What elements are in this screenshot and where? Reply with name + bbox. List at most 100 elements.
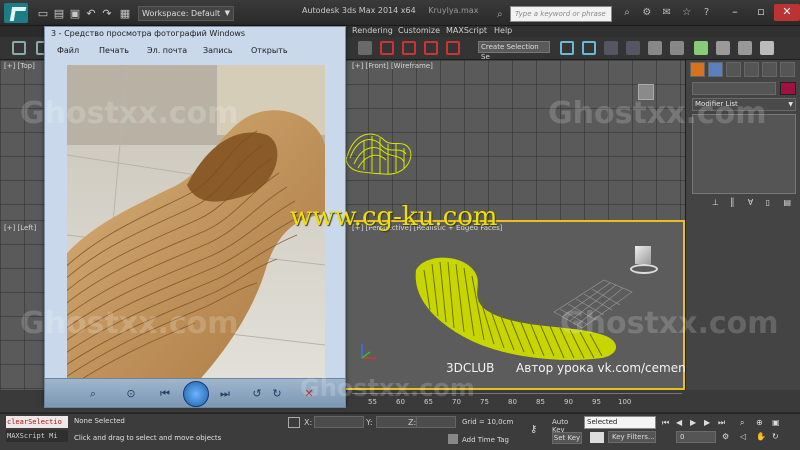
slideshow-button[interactable] (183, 381, 209, 407)
link-icon[interactable] (12, 41, 26, 55)
search-input[interactable]: ⌕ Type a keyword or phrase (497, 6, 612, 22)
coord-x-field[interactable] (314, 416, 364, 428)
viewer-menu-file[interactable]: Файл (57, 46, 79, 55)
time-tag-icon[interactable] (448, 434, 458, 444)
schematic-view-icon[interactable] (670, 41, 684, 55)
lock-selection-icon[interactable] (288, 417, 300, 428)
zoom-extents-icon[interactable]: ▣ (772, 418, 783, 428)
remove-modifier-icon[interactable]: ▯ (766, 198, 779, 209)
timeline-tick: 90 (564, 398, 573, 406)
maxscript-listener-output[interactable]: clearSelectio (6, 416, 68, 428)
mirror-icon[interactable] (560, 41, 574, 55)
viewcube[interactable] (626, 242, 660, 276)
viewer-menu-burn[interactable]: Запись (203, 46, 233, 55)
maximize-button[interactable]: ▫ (748, 4, 774, 21)
make-unique-icon[interactable]: ∀ (748, 198, 761, 209)
modify-tab-icon[interactable] (708, 62, 723, 77)
percent-snap-icon[interactable] (424, 41, 438, 55)
viewer-menu-email[interactable]: Эл. почта (147, 46, 187, 55)
configure-sets-icon[interactable]: ▤ (784, 198, 797, 209)
rotate-left-icon[interactable]: ↺ (249, 386, 265, 402)
previous-image-icon[interactable]: ⏮ (157, 386, 173, 402)
rotate-right-icon[interactable]: ↻ (269, 386, 285, 402)
coord-y-label: Y: (366, 418, 373, 427)
orbit-icon[interactable]: ↻ (772, 432, 783, 442)
key-filters-button[interactable]: Key Filters... (608, 431, 656, 443)
create-tab-icon[interactable] (690, 62, 705, 77)
go-to-end-icon[interactable]: ⏭ (718, 418, 729, 428)
material-editor-icon[interactable] (694, 41, 708, 55)
viewer-menu-print[interactable]: Печать (99, 46, 129, 55)
menu-customize[interactable]: Customize (398, 26, 440, 35)
time-configuration-icon[interactable]: ⚙ (722, 432, 733, 442)
new-file-icon[interactable]: ▭ (36, 7, 50, 20)
binoculars-icon: ⌕ (497, 9, 503, 20)
named-selection-set-dropdown[interactable]: Create Selection Se (478, 41, 550, 61)
workspace-dropdown[interactable]: Workspace: Default ▼ (138, 6, 234, 21)
add-time-tag-button[interactable]: Add Time Tag (462, 436, 509, 444)
layer-manager-icon[interactable] (604, 41, 618, 55)
next-frame-icon[interactable]: ▶ (704, 418, 715, 428)
viewport-label-front[interactable]: [+] [Front] [Wireframe] (352, 62, 433, 70)
render-setup-icon[interactable] (358, 41, 372, 55)
field-of-view-icon[interactable]: ◁ (740, 432, 751, 442)
menu-maxscript[interactable]: MAXScript (446, 26, 487, 35)
viewer-menu-open[interactable]: Открыть (251, 46, 288, 55)
subscription-icon[interactable]: ⚙ (640, 6, 654, 20)
render-production-icon[interactable] (760, 41, 774, 55)
grid-size-label: Grid = 10,0cm (462, 418, 514, 426)
project-folder-icon[interactable]: ▦ (118, 7, 132, 20)
minimize-button[interactable]: – (722, 4, 748, 21)
zoom-all-icon[interactable]: ⊕ (756, 418, 767, 428)
display-tab-icon[interactable] (762, 62, 777, 77)
motion-tab-icon[interactable] (744, 62, 759, 77)
align-icon[interactable] (582, 41, 596, 55)
menu-help[interactable]: Help (494, 26, 512, 35)
actual-size-icon[interactable]: ⊙ (123, 386, 139, 402)
key-icon[interactable]: ⚷ (530, 424, 537, 435)
object-name-field[interactable] (692, 82, 776, 95)
next-image-icon[interactable]: ⏭ (217, 386, 233, 402)
close-button[interactable]: ✕ (774, 4, 800, 21)
photo-viewer-title: 3 - Средство просмотра фотографий Window… (51, 29, 246, 38)
coord-z-field[interactable] (416, 416, 456, 428)
help-icon[interactable]: ? (700, 6, 714, 20)
redo-icon[interactable]: ↷ (100, 7, 114, 20)
default-in-out-tangent-icon[interactable] (590, 432, 604, 443)
set-key-button[interactable]: Set Key (552, 432, 582, 444)
zoom-icon[interactable]: ⌕ (85, 386, 101, 402)
object-color-swatch[interactable] (780, 82, 796, 95)
render-setup-dialog-icon[interactable] (716, 41, 730, 55)
snap-toggle-icon[interactable] (380, 41, 394, 55)
auto-key-button[interactable]: Auto Key (552, 418, 582, 434)
ribbon-toggle-icon[interactable] (626, 41, 640, 55)
current-frame-field[interactable]: 0 (676, 431, 716, 443)
undo-icon[interactable]: ↶ (84, 7, 98, 20)
save-file-icon[interactable]: ▣ (68, 7, 82, 20)
utilities-tab-icon[interactable] (780, 62, 795, 77)
go-to-start-icon[interactable]: ⏮ (662, 418, 673, 428)
angle-snap-icon[interactable] (402, 41, 416, 55)
pin-stack-icon[interactable]: ⊥ (712, 198, 725, 209)
rendered-frame-window-icon[interactable] (738, 41, 752, 55)
hierarchy-tab-icon[interactable] (726, 62, 741, 77)
menu-rendering[interactable]: Rendering (352, 26, 393, 35)
previous-frame-icon[interactable]: ◀ (676, 418, 687, 428)
viewport-label-top[interactable]: [+] [Top] (4, 62, 35, 70)
spinner-snap-icon[interactable] (446, 41, 460, 55)
viewport-front[interactable]: [+] [Front] [Wireframe] (344, 60, 685, 220)
pan-icon[interactable]: ✋ (756, 432, 767, 442)
maxscript-mini-listener[interactable]: MAXScript Mi (6, 430, 68, 442)
search-icon[interactable]: ⌕ (620, 6, 634, 20)
zoom-icon[interactable]: ⌕ (740, 418, 751, 428)
show-end-result-icon[interactable]: ║ (730, 198, 743, 209)
front-wireframe-object (345, 133, 412, 175)
play-icon[interactable]: ▶ (690, 418, 701, 428)
favorites-icon[interactable]: ☆ (680, 6, 694, 20)
curve-editor-icon[interactable] (648, 41, 662, 55)
open-file-icon[interactable]: ▤ (52, 7, 66, 20)
viewport-label-left[interactable]: [+] [Left] (4, 224, 36, 232)
application-menu-button[interactable] (4, 3, 28, 23)
key-mode-dropdown[interactable]: Selected (584, 416, 656, 429)
communication-center-icon[interactable]: ✉ (660, 6, 674, 20)
